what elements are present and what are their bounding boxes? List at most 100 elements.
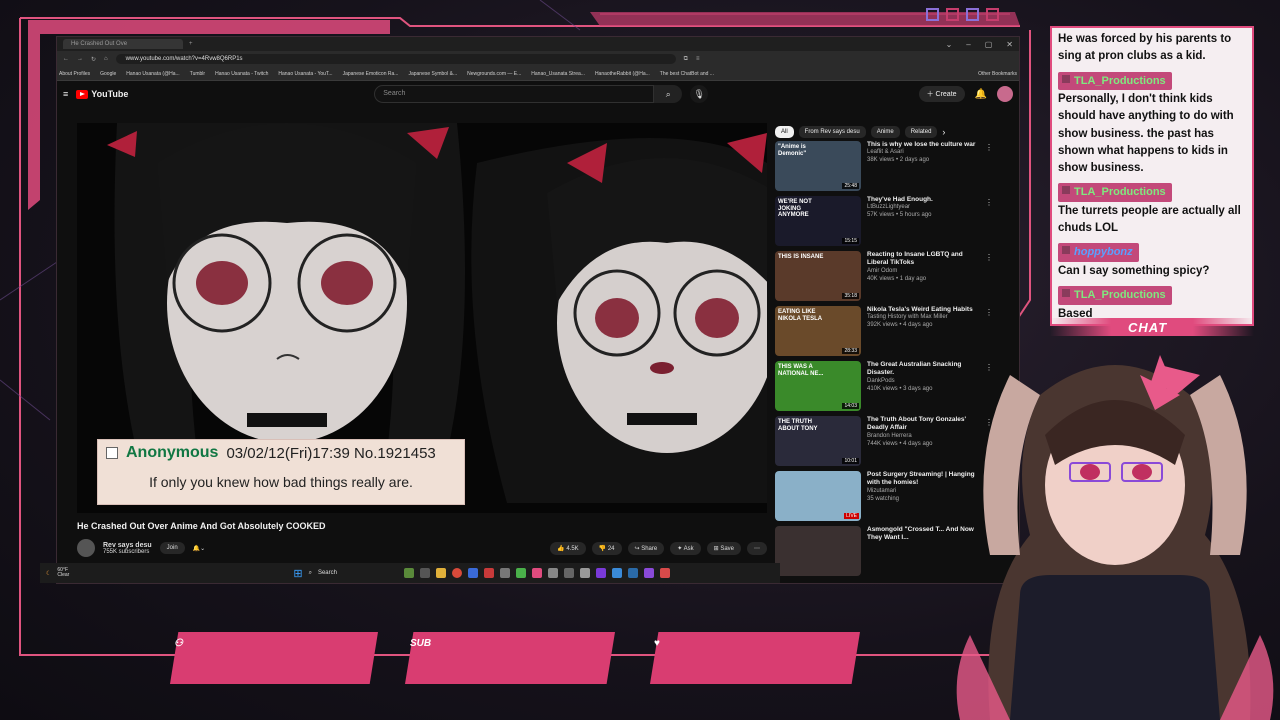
ask-label: Ask: [683, 545, 694, 552]
app-icon[interactable]: [531, 568, 542, 578]
bookmark[interactable]: Hanao Usanata - YouT...: [278, 71, 332, 77]
reload-icon[interactable]: ↻: [91, 56, 96, 63]
bookmark[interactable]: Hanao Usanata (@Ha...: [126, 71, 179, 77]
channel-name[interactable]: Rev says desu: [103, 542, 152, 549]
share-button[interactable]: ↪ Share: [627, 541, 665, 555]
app-icon[interactable]: [579, 568, 590, 578]
recommendation-item[interactable]: THIS IS INSANE 35:18 Reacting to Insane LG…: [775, 251, 1015, 304]
search-icon[interactable]: ⌕: [654, 85, 683, 103]
more-icon[interactable]: ⋮: [985, 253, 993, 262]
app-icon[interactable]: [627, 568, 638, 578]
video-thumbnail[interactable]: [775, 526, 861, 576]
create-button[interactable]: ＋ Create: [918, 86, 965, 102]
recommendation-channel[interactable]: Leaflit & Asari: [867, 149, 977, 157]
bottom-panel-1: [170, 632, 378, 684]
more-icon[interactable]: ⋮: [985, 198, 993, 207]
hamburger-icon[interactable]: ≡: [63, 89, 68, 99]
weather-widget[interactable]: 60°F Clear: [57, 568, 69, 578]
account-avatar[interactable]: [997, 86, 1013, 102]
recommendation-title[interactable]: This is why we lose the culture war: [867, 141, 977, 149]
app-icon[interactable]: [563, 568, 574, 578]
app-icon[interactable]: [547, 568, 558, 578]
recommendation-item[interactable]: WE'RE NOT JOKING ANYMORE 15:15 They've Had…: [775, 196, 1015, 249]
taskbar-search[interactable]: Search: [318, 570, 398, 576]
bookmark[interactable]: The best ChatBot and ...: [660, 71, 714, 77]
share-label: Share: [641, 545, 658, 552]
chip-channel[interactable]: From Rev says desu: [798, 126, 866, 138]
close-button[interactable]: ✕: [1006, 40, 1013, 49]
minimize-button[interactable]: –: [966, 40, 970, 49]
mic-icon[interactable]: 🎙: [690, 85, 709, 103]
menu-icon[interactable]: ≡: [696, 56, 700, 62]
bookmark[interactable]: Newgrounds.com — E...: [467, 71, 521, 77]
recommendation-title[interactable]: They've Had Enough.: [867, 196, 977, 204]
channel-avatar[interactable]: [77, 539, 95, 557]
app-icon[interactable]: [403, 568, 414, 578]
app-icon[interactable]: [659, 568, 670, 578]
video-thumbnail[interactable]: WE'RE NOT JOKING ANYMORE 15:15: [775, 196, 861, 246]
sub-label: SUB: [410, 638, 432, 649]
bookmark[interactable]: Hanao_Usanata Strea...: [531, 71, 585, 77]
recommendation-channel[interactable]: LtBuzzLightyear: [867, 204, 977, 212]
video-player[interactable]: Anonymous 03/02/12(Fri)17:39 No.1921453 …: [77, 123, 767, 513]
youtube-logo[interactable]: YouTube: [76, 89, 366, 99]
video-thumbnail[interactable]: EATING LIKE NIKOLA TESLA 28:33: [775, 306, 861, 356]
app-icon[interactable]: [611, 568, 622, 578]
video-thumbnail[interactable]: THE TRUTH ABOUT TONY 10:01: [775, 416, 861, 466]
chrome-icon[interactable]: [451, 568, 462, 578]
dislike-button[interactable]: 👎 24: [591, 541, 622, 555]
app-icon[interactable]: [595, 568, 606, 578]
bookmark[interactable]: About Profiles: [59, 71, 90, 77]
bookmark[interactable]: Hanao Usanata - Twitch: [215, 71, 268, 77]
search-input[interactable]: Search: [374, 85, 655, 103]
new-tab-button[interactable]: +: [189, 41, 193, 47]
bookmark[interactable]: HanaotheRabbit (@Ha...: [595, 71, 650, 77]
more-icon[interactable]: ⋮: [985, 143, 993, 152]
video-thumbnail[interactable]: "Anime is Demonic" 25:48: [775, 141, 861, 191]
app-icon[interactable]: [515, 568, 526, 578]
like-button[interactable]: 👍 4.5K: [550, 541, 586, 555]
bookmark[interactable]: Tumblr: [190, 71, 205, 77]
app-icon[interactable]: [467, 568, 478, 578]
windows-start-icon[interactable]: ⊞: [293, 567, 302, 580]
recommendation-title[interactable]: Reacting to Insane LGBTQ and Liberal Tik…: [867, 251, 977, 268]
video-thumbnail[interactable]: THIS WAS A NATIONAL NE... 14:03: [775, 361, 861, 411]
recommendation-channel[interactable]: Tasting History with Max Miller: [867, 314, 977, 322]
file-explorer-icon[interactable]: [435, 568, 446, 578]
bookmark[interactable]: Japanese Symbol &...: [408, 71, 457, 77]
save-button[interactable]: ⊞ Save: [706, 541, 741, 555]
maximize-button[interactable]: ▢: [985, 40, 993, 49]
tab-list-button[interactable]: ⌄: [946, 40, 953, 49]
ask-button[interactable]: ✦ Ask: [670, 541, 701, 555]
recommendation-title[interactable]: Nikola Tesla's Weird Eating Habits: [867, 306, 977, 314]
chip-all[interactable]: All: [775, 126, 794, 138]
video-thumbnail[interactable]: THIS IS INSANE 35:18: [775, 251, 861, 301]
more-icon[interactable]: ⋯: [747, 541, 767, 555]
recommendation-item[interactable]: "Anime is Demonic" 25:48 This is why we lo…: [775, 141, 1015, 194]
header-actions: ＋ Create 🔔: [918, 86, 1013, 102]
chip-anime[interactable]: Anime: [870, 126, 900, 138]
app-icon[interactable]: [643, 568, 654, 578]
app-icon[interactable]: [483, 568, 494, 578]
bell-icon[interactable]: 🔔⌄: [193, 545, 206, 552]
browser-tab[interactable]: He Crashed Out Ove: [63, 39, 183, 49]
back-icon[interactable]: ←: [63, 56, 69, 62]
bookmark[interactable]: Japanese Emoticon Ra...: [343, 71, 399, 77]
app-icon[interactable]: [499, 568, 510, 578]
recommendation-info: Reacting to Insane LGBTQ and Liberal Tik…: [867, 251, 977, 304]
task-view-icon[interactable]: [419, 568, 430, 578]
more-icon[interactable]: ⋮: [985, 308, 993, 317]
url-field[interactable]: www.youtube.com/watch?v=4Rvw8Q6RP1s: [115, 54, 676, 64]
bookmark[interactable]: Google: [100, 71, 116, 77]
chevron-right-icon[interactable]: ›: [942, 127, 945, 137]
recommendation-channel[interactable]: Amir Odom: [867, 268, 977, 276]
extensions-icon[interactable]: ⧉: [684, 56, 688, 63]
video-thumbnail[interactable]: LIVE: [775, 471, 861, 521]
join-button[interactable]: Join: [159, 542, 185, 554]
thumbs-down-icon: 👎: [598, 545, 607, 552]
bell-icon[interactable]: 🔔: [975, 89, 987, 100]
bookmark-other[interactable]: Other Bookmarks: [978, 71, 1017, 77]
home-icon[interactable]: ⌂: [104, 56, 108, 62]
chip-related[interactable]: Related: [904, 126, 938, 138]
forward-icon[interactable]: →: [77, 56, 83, 62]
